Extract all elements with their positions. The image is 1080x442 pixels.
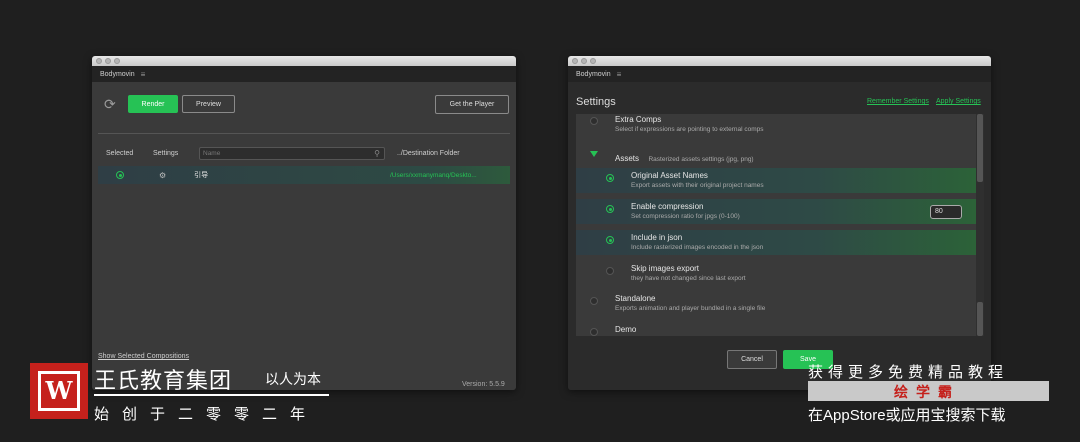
show-selected-compositions-link[interactable]: Show Selected Compositions [98, 353, 189, 360]
window-titlebar[interactable] [92, 56, 516, 66]
setting-demo[interactable]: Demo [576, 322, 976, 336]
panel-header: Bodymovin ≡ [568, 66, 991, 82]
brand-divider [94, 394, 329, 396]
setting-title: Standalone [615, 294, 656, 303]
promo-app-name: 绘学霸 [894, 384, 960, 400]
search-icon[interactable]: ⚲ [374, 148, 380, 159]
setting-description: Export assets with their original projec… [631, 182, 764, 189]
demo-radio[interactable] [590, 328, 598, 336]
bodymovin-settings-window: Bodymovin ≡ Settings Remember Settings A… [568, 56, 991, 390]
setting-assets[interactable]: Assets Rasterized assets settings (jpg, … [576, 148, 976, 163]
setting-title: Skip images export [631, 264, 700, 273]
get-player-button[interactable]: Get the Player [435, 95, 509, 114]
settings-column-header: Settings [153, 150, 179, 157]
setting-description: they have not changed since last export [631, 275, 746, 282]
render-button[interactable]: Render [128, 95, 178, 113]
setting-description: Include rasterized images encoded in the… [631, 244, 764, 251]
brand-founded: 始创于二零零二年 [94, 406, 319, 423]
setting-description: Select if expressions are pointing to ex… [615, 126, 764, 133]
settings-gear-icon[interactable]: ⚙ [159, 171, 166, 180]
scrollbar-thumb-lower[interactable] [977, 302, 983, 336]
remember-settings-link[interactable]: Remember Settings [867, 98, 929, 105]
setting-description: Rasterized assets settings (jpg, png) [648, 156, 754, 163]
zoom-window-dot[interactable] [114, 58, 120, 64]
setting-title: Include in json [631, 233, 683, 242]
standalone-radio[interactable] [590, 297, 598, 305]
setting-standalone[interactable]: Standalone Exports animation and player … [576, 291, 976, 316]
composition-name: 引导 [194, 172, 209, 179]
logo-letter: W [38, 371, 80, 411]
close-window-dot[interactable] [572, 58, 578, 64]
setting-title: Original Asset Names [631, 171, 708, 180]
refresh-icon[interactable]: ⟳ [104, 96, 116, 113]
compression-value-input[interactable]: 80 [930, 205, 962, 219]
panel-header: Bodymovin ≡ [92, 66, 516, 82]
setting-enable-compression[interactable]: Enable compression Set compression ratio… [576, 199, 976, 224]
main-panel-body: ⟳ Render Preview Get the Player Selected… [92, 82, 516, 390]
scrollbar-thumb[interactable] [977, 114, 983, 182]
search-placeholder: Name [203, 150, 221, 157]
close-window-dot[interactable] [96, 58, 102, 64]
preview-button[interactable]: Preview [182, 95, 235, 113]
zoom-window-dot[interactable] [590, 58, 596, 64]
version-label: Version: 5.5.9 [462, 381, 505, 388]
setting-original-asset-names[interactable]: Original Asset Names Export assets with … [576, 168, 976, 193]
settings-scrollbar[interactable] [976, 114, 984, 336]
brand-name: 王氏教育集团 [94, 368, 233, 393]
promo-line-2: 在AppStore或应用宝搜索下载 [808, 407, 1006, 424]
promo-app-banner: 绘学霸 [808, 381, 1049, 401]
setting-title: Demo [615, 325, 637, 334]
settings-panel-body: Settings Remember Settings Apply Setting… [568, 82, 991, 390]
panel-menu-icon[interactable]: ≡ [141, 70, 146, 79]
cancel-button[interactable]: Cancel [727, 350, 777, 369]
apply-settings-link[interactable]: Apply Settings [936, 98, 981, 105]
divider [98, 133, 510, 134]
settings-list[interactable]: Extra Comps Select if expressions are po… [576, 114, 984, 336]
minimize-window-dot[interactable] [581, 58, 587, 64]
selected-column-header: Selected [106, 150, 134, 157]
window-titlebar[interactable] [568, 56, 991, 66]
destination-column-header: ../Destination Folder [397, 150, 460, 157]
promo-line-1: 获得更多免费精品教程 [808, 364, 1009, 381]
panel-title: Bodymovin [576, 70, 611, 78]
name-search-input[interactable]: Name ⚲ [199, 147, 385, 160]
include-in-json-radio[interactable] [606, 236, 614, 244]
bodymovin-main-window: Bodymovin ≡ ⟳ Render Preview Get the Pla… [92, 56, 516, 390]
minimize-window-dot[interactable] [105, 58, 111, 64]
setting-title: Enable compression [631, 202, 704, 211]
setting-skip-images-export[interactable]: Skip images export they have not changed… [576, 261, 976, 286]
panel-menu-icon[interactable]: ≡ [617, 70, 622, 79]
destination-path[interactable]: /Users/xxmanymanq/Deskto... [390, 172, 477, 179]
setting-description: Exports animation and player bundled in … [615, 305, 766, 312]
setting-extra-comps[interactable]: Extra Comps Select if expressions are po… [576, 114, 976, 136]
setting-description: Set compression ratio for jpgs (0-100) [631, 213, 740, 220]
selected-radio[interactable] [116, 171, 124, 179]
setting-title: Extra Comps [615, 115, 662, 124]
brand-slogan: 以人为本 [265, 371, 321, 387]
setting-title: Assets [615, 154, 640, 163]
panel-title: Bodymovin [100, 70, 135, 78]
expand-triangle-icon[interactable] [590, 151, 598, 157]
brand-logo: W [30, 363, 88, 419]
setting-include-in-json[interactable]: Include in json Include rasterized image… [576, 230, 976, 255]
settings-title: Settings [576, 96, 616, 108]
original-asset-names-radio[interactable] [606, 174, 614, 182]
composition-row[interactable]: ⚙ 引导 /Users/xxmanymanq/Deskto... [98, 166, 510, 184]
skip-images-export-radio[interactable] [606, 267, 614, 275]
extra-comps-radio[interactable] [590, 117, 598, 125]
enable-compression-radio[interactable] [606, 205, 614, 213]
